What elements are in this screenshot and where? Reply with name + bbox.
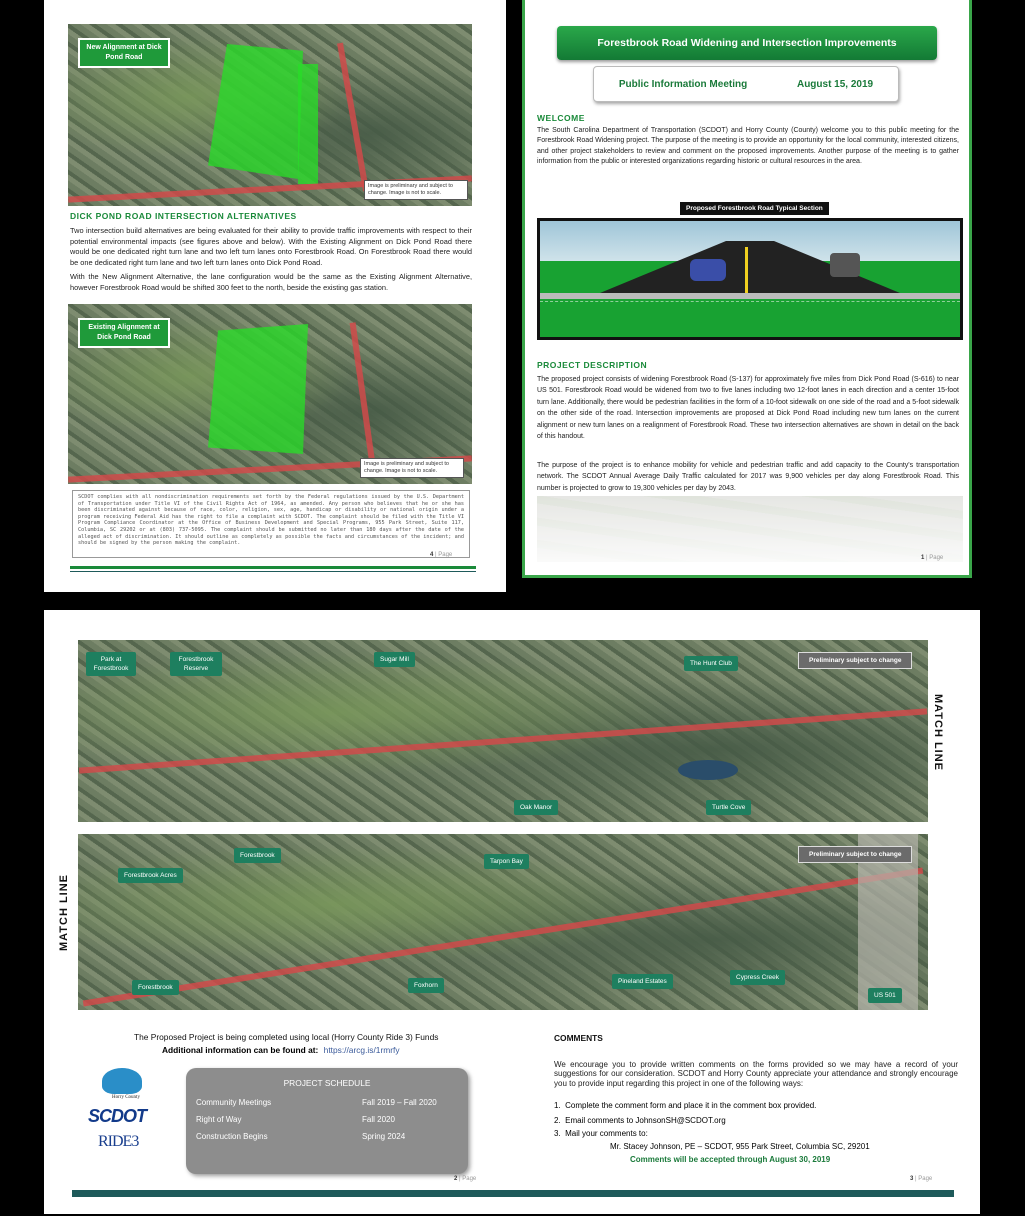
map-label: Park at Forestbrook (86, 652, 136, 676)
description-text: The proposed project consists of widenin… (537, 376, 959, 441)
map-label: Foxhorn (408, 978, 444, 993)
horry-county-logo (102, 1068, 142, 1094)
scdot-logo: SCDOT (88, 1106, 147, 1126)
footer-rule (70, 571, 476, 572)
welcome-title: WELCOME (537, 113, 585, 123)
comments-title: COMMENTS (554, 1033, 603, 1043)
preliminary-badge: Preliminary subject to change (798, 652, 913, 669)
map-label-new-alignment: New Alignment at Dick Pond Road (78, 38, 170, 68)
typical-section-image (537, 218, 963, 340)
map-label: Pineland Estates (612, 974, 673, 989)
title-vi-text: SCDOT complies with all nondiscriminatio… (78, 494, 464, 547)
match-line-label: MATCH LINE (932, 694, 944, 772)
comment-method-3: 3. Mail your comments to: (554, 1129, 648, 1138)
schedule-row: Construction Begins Spring 2024 (196, 1132, 406, 1141)
map-label: The Hunt Club (684, 656, 738, 671)
title-vi-box: SCDOT complies with all nondiscriminatio… (72, 490, 470, 558)
section-title: DICK POND ROAD INTERSECTION ALTERNATIVES (70, 211, 297, 221)
road-photo-faded (537, 496, 963, 562)
comment-method-2: 2. Email comments to JohnsonSH@SCDOT.org (554, 1116, 726, 1125)
ride3-logo: RIDE3 (98, 1133, 139, 1150)
map-note: Image is preliminary and subject to chan… (360, 458, 464, 478)
map-label: Forestbrook (234, 848, 281, 863)
schedule-row: Right of Way Fall 2020 (196, 1115, 395, 1124)
match-line-label: MATCH LINE (58, 874, 70, 952)
map-label-existing-alignment: Existing Alignment at Dick Pond Road (78, 318, 170, 348)
info-line: Additional information can be found at: … (162, 1045, 400, 1055)
corridor-map-west: Forestbrook Acres Forestbrook Tarpon Bay… (78, 834, 928, 1010)
horry-county-logo-text: Horry County (112, 1095, 140, 1100)
preliminary-badge: Preliminary subject to change (798, 846, 913, 863)
new-alignment-map: New Alignment at Dick Pond Road Image is… (68, 24, 472, 206)
comment-method-1: 1. Complete the comment form and place i… (554, 1101, 817, 1110)
logos: Horry County SCDOT RIDE3 (88, 1068, 164, 1151)
map-label: Oak Manor (514, 800, 559, 815)
map-label: Sugar Mill (374, 652, 415, 667)
page-1: Forestbrook Road Widening and Intersecti… (522, 0, 972, 578)
map-label: Turtle Cove (706, 800, 752, 815)
footer-rule (72, 1190, 954, 1197)
map-label: Tarpon Bay (484, 854, 529, 869)
footer-rule (70, 566, 476, 569)
map-label: Forestbrook (132, 980, 179, 995)
map-note: Image is preliminary and subject to chan… (364, 180, 468, 200)
comments-deadline: Comments will be accepted through August… (630, 1155, 831, 1164)
project-schedule: PROJECT SCHEDULE Community Meetings Fall … (186, 1068, 468, 1174)
comments-text: We encourage you to provide written comm… (554, 1060, 958, 1088)
page-number: 3 | Page (910, 1176, 933, 1182)
meeting-banner: Public Information Meeting August 15, 20… (593, 66, 899, 102)
schedule-row: Community Meetings Fall 2019 – Fall 2020 (196, 1098, 437, 1107)
map-label: Cypress Creek (730, 970, 785, 985)
page-2-3-spread: Park at Forestbrook Forestbrook Reserve … (44, 610, 980, 1214)
description-text: The purpose of the project is to enhance… (537, 462, 959, 492)
mail-address: Mr. Stacey Johnson, PE – SCDOT, 955 Park… (610, 1142, 870, 1151)
page-number: 1 | Page (921, 555, 944, 561)
existing-alignment-map: Existing Alignment at Dick Pond Road Ima… (68, 304, 472, 484)
corridor-map-east: Park at Forestbrook Forestbrook Reserve … (78, 640, 928, 822)
description-title: PROJECT DESCRIPTION (537, 360, 648, 370)
typical-section-label: Proposed Forestbrook Road Typical Sectio… (680, 202, 829, 215)
funds-line: The Proposed Project is being completed … (134, 1032, 439, 1042)
paragraph: Two intersection build alternatives are … (70, 226, 472, 267)
schedule-title: PROJECT SCHEDULE (283, 1078, 371, 1088)
meeting-label: Public Information Meeting (618, 78, 748, 90)
welcome-text: The South Carolina Department of Transpo… (537, 127, 959, 166)
info-link[interactable]: https://arcg.is/1rmrfy (324, 1045, 400, 1055)
meeting-date: August 15, 2019 (796, 78, 874, 90)
map-label: Forestbrook Acres (118, 868, 183, 883)
page-4: New Alignment at Dick Pond Road Image is… (44, 0, 506, 592)
page-number: 2 | Page (454, 1176, 477, 1182)
document-title: Forestbrook Road Widening and Intersecti… (557, 26, 937, 60)
map-label: Forestbrook Reserve (170, 652, 222, 676)
info-label: Additional information can be found at: (162, 1045, 319, 1055)
page-number: 4 | Page (430, 552, 453, 558)
paragraph: With the New Alignment Alternative, the … (70, 272, 472, 292)
map-label: US 501 (868, 988, 902, 1003)
